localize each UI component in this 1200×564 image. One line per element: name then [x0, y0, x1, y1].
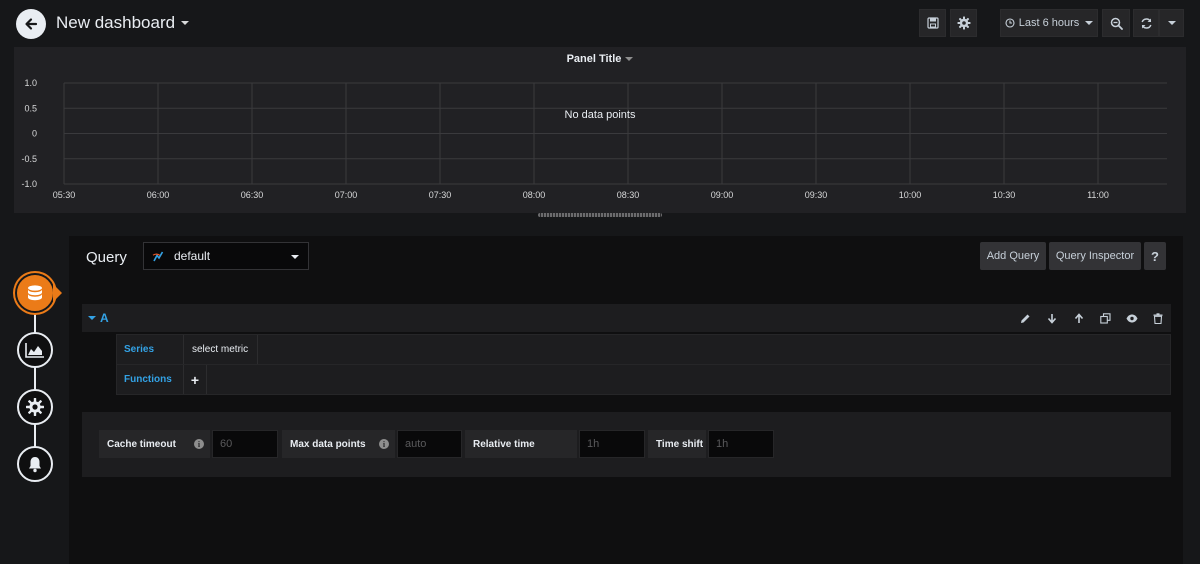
copy-icon — [1099, 312, 1111, 324]
refresh-icon — [1140, 17, 1152, 29]
x-tick-label: 10:00 — [899, 190, 922, 200]
back-button[interactable] — [16, 9, 46, 39]
dashboard-title-dropdown[interactable]: New dashboard — [56, 13, 190, 33]
caret-down-icon — [1085, 21, 1094, 25]
bell-icon — [29, 457, 41, 473]
area-chart-icon — [25, 343, 44, 358]
arrow-left-icon — [25, 18, 38, 30]
step-general[interactable] — [17, 389, 53, 425]
toggle-visibility-button[interactable] — [1124, 310, 1140, 326]
query-row-header: A — [82, 304, 1171, 332]
save-dashboard-button[interactable] — [919, 9, 946, 37]
pencil-icon — [1020, 314, 1029, 323]
delete-query-button[interactable] — [1150, 310, 1166, 326]
x-tick-label: 06:00 — [147, 190, 170, 200]
cache-timeout-text: Cache timeout — [107, 438, 176, 450]
clock-icon — [1005, 18, 1015, 28]
x-tick-label: 05:30 — [53, 190, 76, 200]
select-metric-segment[interactable]: select metric — [184, 335, 258, 364]
panel-resize-handle[interactable] — [538, 213, 662, 217]
query-options: Cache timeout i Max data points i Relati… — [82, 412, 1171, 477]
save-icon — [926, 17, 939, 29]
functions-label: Functions — [117, 365, 184, 394]
step-queries[interactable] — [17, 275, 53, 311]
active-step-arrow — [53, 284, 62, 302]
step-visualization[interactable] — [17, 332, 53, 368]
y-tick-label: -0.5 — [21, 154, 37, 164]
refresh-button[interactable] — [1133, 9, 1159, 37]
dashboard-navbar: New dashboard Last 6 hours — [0, 0, 1200, 46]
y-tick-label: 1.0 — [24, 78, 37, 88]
datasource-icon — [152, 251, 164, 262]
x-tick-label: 07:30 — [429, 190, 452, 200]
time-shift-input[interactable] — [708, 430, 774, 458]
edit-query-button[interactable] — [1017, 310, 1033, 326]
x-tick-label: 10:30 — [993, 190, 1016, 200]
caret-down-icon — [181, 21, 190, 25]
zoom-out-button[interactable] — [1102, 9, 1130, 37]
trash-icon — [1153, 312, 1163, 324]
y-tick-label: -1.0 — [21, 179, 37, 189]
query-heading: Query — [86, 249, 127, 266]
info-icon[interactable]: i — [194, 439, 204, 449]
graph-chart: 1.00.50-0.5-1.005:30 06:00 06:30 07:00 07:30… — [21, 78, 1167, 200]
dashboard-settings-button[interactable] — [950, 9, 977, 37]
relative-time-label: Relative time — [465, 430, 577, 458]
database-icon — [28, 285, 42, 301]
caret-down-icon — [88, 316, 96, 320]
series-row: Series select metric — [116, 334, 1171, 365]
dashboard-title: New dashboard — [56, 13, 176, 32]
help-button[interactable]: ? — [1144, 242, 1166, 270]
functions-row: Functions + — [116, 364, 1171, 395]
no-data-message: No data points — [564, 109, 636, 121]
y-tick-label: 0 — [32, 129, 37, 139]
cogs-icon — [26, 398, 44, 416]
caret-down-icon — [1167, 21, 1176, 25]
graph-panel: Panel Title 1.0 0.5 0 -0.5 -1.0 05:30 06:00 06:… — [14, 47, 1186, 213]
zoom-out-icon — [1110, 17, 1123, 30]
cache-timeout-label: Cache timeout i — [99, 430, 210, 458]
max-data-points-input[interactable] — [397, 430, 462, 458]
move-down-button[interactable] — [1044, 310, 1060, 326]
x-tick-label: 09:30 — [805, 190, 828, 200]
query-inspector-button[interactable]: Query Inspector — [1049, 242, 1141, 270]
duplicate-query-button[interactable] — [1097, 310, 1113, 326]
x-tick-label: 11:00 — [1087, 190, 1109, 200]
time-shift-label: Time shift — [648, 430, 706, 458]
time-range-picker[interactable]: Last 6 hours — [1000, 9, 1098, 37]
caret-down-icon — [291, 255, 299, 259]
refresh-interval-dropdown[interactable] — [1159, 9, 1184, 37]
x-tick-label: 09:00 — [711, 190, 734, 200]
gear-icon — [957, 16, 970, 30]
x-tick-label: 08:00 — [523, 190, 546, 200]
time-range-label: Last 6 hours — [1018, 17, 1080, 29]
relative-time-input[interactable] — [579, 430, 645, 458]
move-up-button[interactable] — [1071, 310, 1087, 326]
series-label: Series — [117, 335, 184, 364]
datasource-select[interactable]: default — [143, 242, 309, 270]
query-row-toggle[interactable]: A — [88, 311, 109, 325]
info-icon[interactable]: i — [379, 439, 389, 449]
step-alert[interactable] — [17, 446, 53, 482]
add-query-button[interactable]: Add Query — [980, 242, 1046, 270]
query-editor: Query default Add Query Query Inspector … — [69, 236, 1183, 564]
x-tick-label: 08:30 — [617, 190, 640, 200]
x-tick-label: 07:00 — [335, 190, 358, 200]
arrow-up-icon — [1074, 312, 1084, 323]
eye-icon — [1126, 314, 1138, 322]
cache-timeout-input[interactable] — [212, 430, 278, 458]
max-data-points-text: Max data points — [290, 438, 366, 450]
max-data-points-label: Max data points i — [282, 430, 395, 458]
arrow-down-icon — [1047, 313, 1057, 324]
query-ref-id: A — [100, 311, 109, 325]
add-function-button[interactable]: + — [184, 365, 207, 394]
x-tick-label: 06:30 — [241, 190, 264, 200]
datasource-value: default — [174, 249, 211, 263]
